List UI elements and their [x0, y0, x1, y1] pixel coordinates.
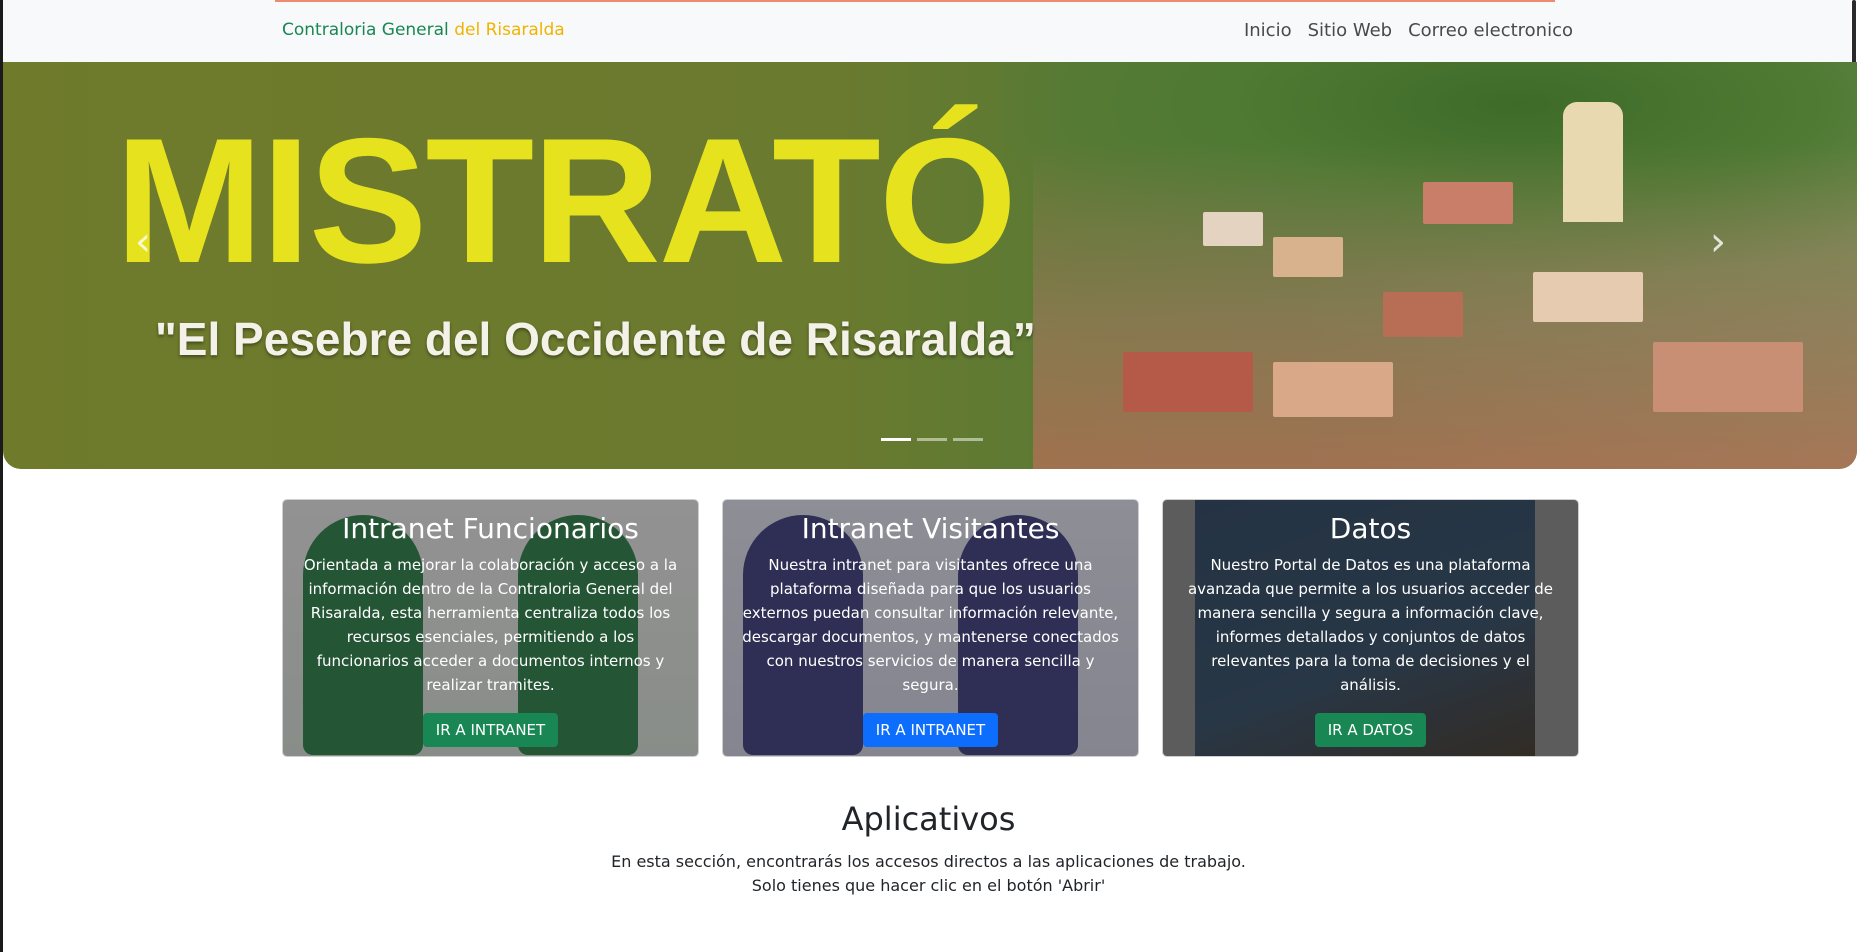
card-description: Nuestra intranet para visitantes ofrece … [742, 556, 1119, 694]
hero-carousel: MISTRATÓ "El Pesebre del Occidente de Ri… [3, 62, 1857, 469]
card-intranet-funcionarios: Intranet Funcionarios Orientada a mejora… [282, 499, 699, 757]
card-intranet-visitantes: Intranet Visitantes Nuestra intranet par… [722, 499, 1139, 757]
hero-house-image [1423, 182, 1513, 224]
card-content: Intranet Funcionarios Orientada a mejora… [283, 500, 698, 747]
carousel-indicator-1[interactable] [881, 438, 911, 441]
hero-house-image [1653, 342, 1803, 412]
carousel-indicator-3[interactable] [953, 438, 983, 441]
ir-a-intranet-visitantes-button[interactable]: IR A INTRANET [862, 713, 999, 747]
carousel-prev-button[interactable]: ‹ [123, 217, 163, 267]
hero-house-image [1383, 292, 1463, 337]
nav-link-inicio[interactable]: Inicio [1244, 20, 1292, 41]
chevron-left-icon: ‹ [135, 219, 151, 265]
card-content: Intranet Visitantes Nuestra intranet par… [723, 500, 1138, 747]
top-navbar: Contraloria General del Risaralda Inicio… [3, 0, 1851, 63]
navbar-accent-line [275, 0, 1555, 2]
hero-house-image [1273, 237, 1343, 277]
chevron-right-icon: › [1710, 219, 1726, 265]
hero-subtitle: "El Pesebre del Occidente de Risaralda” [155, 313, 1036, 365]
section-description-line1: En esta sección, encontrarás los accesos… [611, 852, 1246, 871]
aplicativos-section: Aplicativos En esta sección, encontrarás… [0, 800, 1857, 898]
card-title: Intranet Funcionarios [342, 512, 639, 545]
card-content: Datos Nuestro Portal de Datos es una pla… [1163, 500, 1578, 747]
hero-title: MISTRATÓ [115, 101, 1017, 300]
card-description: Orientada a mejorar la colaboración y ac… [303, 556, 678, 694]
carousel-indicators [881, 438, 983, 441]
brand-name-part2: del Risaralda [454, 20, 565, 40]
hero-house-image [1533, 272, 1643, 322]
brand-logo-text[interactable]: Contraloria General del Risaralda [282, 20, 565, 40]
hero-house-image [1123, 352, 1253, 412]
nav-link-correo[interactable]: Correo electronico [1408, 20, 1573, 41]
carousel-indicator-2[interactable] [917, 438, 947, 441]
card-title: Datos [1329, 512, 1412, 545]
hero-house-image [1203, 212, 1263, 246]
hero-house-image [1273, 362, 1393, 417]
nav-link-sitio-web[interactable]: Sitio Web [1308, 20, 1392, 41]
nav-links: Inicio Sitio Web Correo electronico [1244, 20, 1573, 41]
hero-church-image [1563, 102, 1623, 222]
card-description: Nuestro Portal de Datos es una plataform… [1187, 556, 1553, 694]
carousel-next-button[interactable]: › [1698, 217, 1738, 267]
section-description: En esta sección, encontrarás los accesos… [0, 850, 1857, 898]
card-title: Intranet Visitantes [801, 512, 1060, 545]
section-description-line2: Solo tienes que hacer clic en el botón '… [751, 876, 1106, 895]
ir-a-datos-button[interactable]: IR A DATOS [1314, 713, 1427, 747]
brand-name-part1: Contraloria General [282, 20, 449, 40]
card-datos: Datos Nuestro Portal de Datos es una pla… [1162, 499, 1579, 757]
section-title: Aplicativos [841, 800, 1016, 838]
ir-a-intranet-funcionarios-button[interactable]: IR A INTRANET [422, 713, 559, 747]
